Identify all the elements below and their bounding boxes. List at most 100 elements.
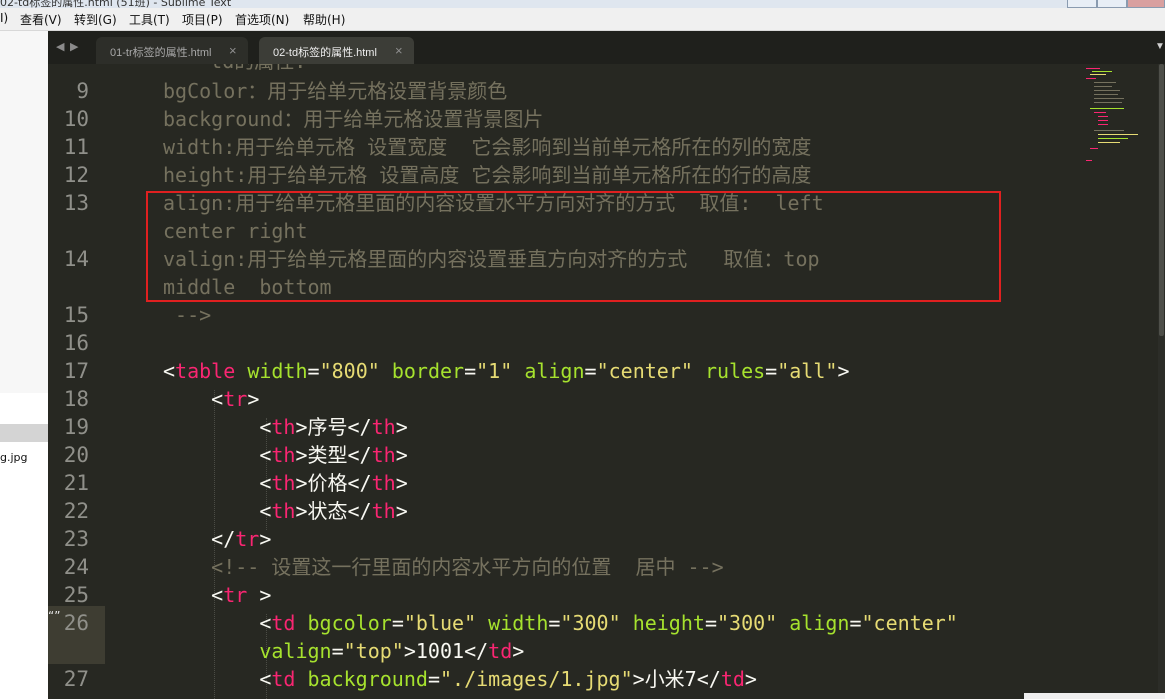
code-line[interactable]: <th>类型</th> — [163, 441, 407, 469]
code-token: "center" — [861, 611, 958, 635]
vertical-scrollbar[interactable] — [1158, 64, 1165, 699]
line-number: 16 — [63, 331, 89, 355]
code-line[interactable]: <th>序号</th> — [163, 413, 407, 441]
code-line[interactable]: <th>状态</th> — [163, 497, 407, 525]
code-token: td — [488, 639, 513, 663]
menu-item-project[interactable]: 项目(P) — [182, 11, 223, 28]
line-number: 9 — [76, 79, 89, 103]
line-number: 25 — [63, 583, 89, 607]
sidebar-file-item[interactable]: g.jpg — [0, 451, 28, 464]
code-token: > — [837, 359, 850, 383]
code-line[interactable]: <tr> — [163, 385, 259, 413]
code-token: </ — [464, 639, 489, 663]
code-line[interactable]: height:用于给单元格 设置高度 它会影响到当前单元格所在的行的高度 — [163, 161, 811, 189]
close-icon[interactable]: × — [229, 43, 237, 58]
code-line[interactable]: <th>价格</th> — [163, 469, 407, 497]
code-token: "300" — [560, 611, 621, 635]
tab-01-tr[interactable]: 01-tr标签的属性.html × — [96, 37, 248, 64]
tab-forward-icon[interactable]: ▶ — [70, 40, 78, 53]
window-titlebar: 02-td标签的属性.html (51班) - Sublime Text — [0, 0, 1165, 8]
code-token: width:用于给单元格 设置宽度 它会影响到当前单元格所在的列的宽度 — [163, 135, 812, 159]
code-line[interactable]: <table width="800" border="1" align="cen… — [163, 357, 849, 385]
code-line[interactable]: <tr > — [163, 581, 271, 609]
code-token: < — [163, 611, 272, 635]
code-editor[interactable]: bgColor：用于给单元格设置背景颜色 background：用于给单元格设置背… — [105, 64, 1080, 699]
line-number: 21 — [63, 471, 89, 495]
sidebar-area — [0, 31, 49, 393]
close-window-button[interactable] — [1127, 0, 1165, 8]
menu-item-view[interactable]: 查看(V) — [20, 11, 62, 28]
scrollbar-thumb[interactable] — [1159, 64, 1164, 336]
code-token: = — [584, 359, 597, 383]
gutter-marker-icon: “” — [48, 609, 61, 623]
code-token: > — [403, 639, 416, 663]
code-line[interactable]: <td background="./images/1.jpg">小米7</td> — [163, 665, 757, 693]
code-token: bgcolor — [307, 611, 392, 635]
code-line[interactable]: bgColor：用于给单元格设置背景颜色 — [163, 77, 507, 105]
menu-item-preferences[interactable]: 首选项(N) — [235, 11, 289, 28]
sidebar-separator[interactable] — [0, 424, 48, 442]
code-token: = — [391, 611, 404, 635]
code-line[interactable]: --> — [163, 301, 211, 329]
code-line[interactable]: </tr> — [163, 525, 271, 553]
code-token: > — [259, 527, 272, 551]
tab-back-icon[interactable]: ◀ — [56, 40, 64, 53]
clipped-line-number: 8 — [80, 64, 93, 68]
tab-02-td[interactable]: 02-td标签的属性.html × — [259, 37, 414, 64]
line-number: 14 — [63, 247, 89, 271]
code-token: tr — [223, 583, 248, 607]
code-token: </ — [347, 443, 372, 467]
code-token: tr — [223, 387, 248, 411]
code-token: < — [163, 667, 272, 691]
menu-item-tools[interactable]: 工具(T) — [129, 11, 170, 28]
tab-label: 01-tr标签的属性.html — [110, 47, 212, 59]
code-token: </ — [347, 471, 372, 495]
minimap[interactable] — [1080, 64, 1158, 699]
code-token: width — [488, 611, 549, 635]
code-token: th — [371, 443, 396, 467]
menu-item-goto[interactable]: 转到(G) — [74, 11, 117, 28]
code-token: td — [271, 611, 296, 635]
code-token: 序号 — [307, 415, 348, 439]
menu-item-help[interactable]: 帮助(H) — [303, 11, 345, 28]
code-token: </ — [347, 499, 372, 523]
code-token: align — [524, 359, 585, 383]
tab-bar: ◀ ▶ 01-tr标签的属性.html × 02-td标签的属性.html × … — [48, 31, 1165, 64]
code-line[interactable]: <!-- 设置这一行里面的内容水平方向的位置 居中 --> — [163, 553, 723, 581]
code-line[interactable]: background：用于给单元格设置背景图片 — [163, 105, 543, 133]
window-title: 02-td标签的属性.html (51班) - Sublime Text — [0, 0, 232, 8]
code-token: = — [331, 639, 344, 663]
code-token: 1001 — [415, 639, 465, 663]
minimize-button[interactable] — [1067, 0, 1097, 8]
close-icon[interactable]: × — [395, 43, 403, 58]
line-number: 20 — [63, 443, 89, 467]
code-line[interactable]: valign="top">1001</td> — [163, 637, 524, 665]
code-token: bgColor：用于给单元格设置背景颜色 — [163, 79, 508, 103]
code-token: "center" — [596, 359, 693, 383]
code-token: = — [704, 611, 717, 635]
code-token: < — [163, 387, 224, 411]
code-token: = — [548, 611, 561, 635]
tab-menu-icon[interactable]: ▼ — [1155, 41, 1165, 52]
code-token: < — [163, 471, 272, 495]
code-token: = — [464, 359, 477, 383]
status-corner — [1024, 693, 1165, 699]
code-token: > — [512, 639, 525, 663]
menu-item-fragment[interactable]: I) — [0, 11, 8, 25]
code-token: "top" — [343, 639, 404, 663]
line-number: 24 — [63, 555, 89, 579]
code-token: tr — [235, 527, 260, 551]
code-token: > — [632, 667, 645, 691]
code-token: </ — [163, 527, 236, 551]
code-line[interactable]: <td bgcolor="blue" width="300" height="3… — [163, 609, 958, 637]
line-number: 10 — [63, 107, 89, 131]
code-token: "./images/1.jpg" — [439, 667, 633, 691]
code-line[interactable]: width:用于给单元格 设置宽度 它会影响到当前单元格所在的列的宽度 — [163, 133, 811, 161]
code-token: td — [271, 667, 296, 691]
maximize-button[interactable] — [1097, 0, 1127, 8]
